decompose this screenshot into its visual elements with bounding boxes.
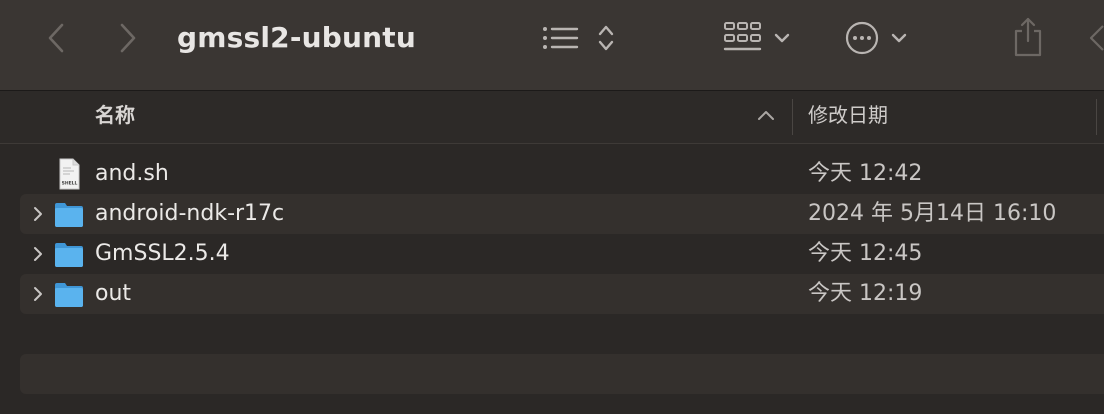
file-row[interactable]: android-ndk-r17c 2024 年 5月14日 16:10 [20, 194, 1104, 234]
shell-script-icon: SHELL [54, 158, 84, 190]
column-divider[interactable] [1096, 99, 1097, 135]
column-header: 名称 修改日期 [0, 91, 1104, 144]
back-button[interactable] [40, 18, 72, 58]
file-date: 今天 12:19 [808, 281, 923, 306]
list-icon [543, 27, 579, 49]
share-icon [1014, 17, 1042, 57]
file-name: out [95, 281, 132, 306]
file-name: GmSSL2.5.4 [95, 241, 230, 266]
file-date: 今天 12:45 [808, 241, 923, 266]
disclosure-triangle-icon[interactable] [30, 284, 46, 304]
empty-row [20, 354, 1104, 394]
forward-button[interactable] [112, 18, 144, 58]
tag-icon [1089, 25, 1104, 51]
chevron-left-icon [48, 23, 64, 53]
folder-icon [54, 238, 84, 270]
disclosure-triangle-icon[interactable] [30, 244, 46, 264]
more-actions-button[interactable] [836, 18, 916, 58]
file-row[interactable]: SHELL and.sh 今天 12:42 [20, 154, 1104, 194]
file-row[interactable]: out 今天 12:19 [20, 274, 1104, 314]
svg-text:SHELL: SHELL [62, 181, 78, 187]
file-date: 2024 年 5月14日 16:10 [808, 201, 1057, 226]
chevron-down-icon [891, 33, 907, 43]
ellipsis-circle-icon [845, 21, 879, 55]
sort-ascending-icon[interactable] [756, 107, 776, 123]
disclosure-triangle-icon[interactable] [30, 204, 46, 224]
date-modified-column-header[interactable]: 修改日期 [808, 91, 888, 139]
up-down-chevron-icon [598, 25, 614, 51]
file-name: and.sh [95, 161, 169, 186]
list-view-button[interactable] [538, 18, 620, 58]
toolbar: gmssl2-ubuntu [0, 0, 1104, 91]
name-column-header[interactable]: 名称 [95, 91, 135, 139]
folder-icon [54, 278, 84, 310]
grid-icon [723, 22, 762, 51]
chevron-right-icon [120, 23, 136, 53]
chevron-down-icon [774, 33, 790, 43]
folder-icon [54, 198, 84, 230]
column-divider[interactable] [792, 99, 793, 135]
file-date: 今天 12:42 [808, 161, 923, 186]
file-row[interactable]: GmSSL2.5.4 今天 12:45 [20, 234, 1104, 274]
tag-button[interactable] [1080, 18, 1104, 58]
window-title: gmssl2-ubuntu [177, 21, 417, 54]
share-button[interactable] [1006, 12, 1050, 62]
group-view-button[interactable] [716, 18, 798, 58]
file-name: android-ndk-r17c [95, 201, 285, 226]
empty-row [20, 314, 1104, 354]
